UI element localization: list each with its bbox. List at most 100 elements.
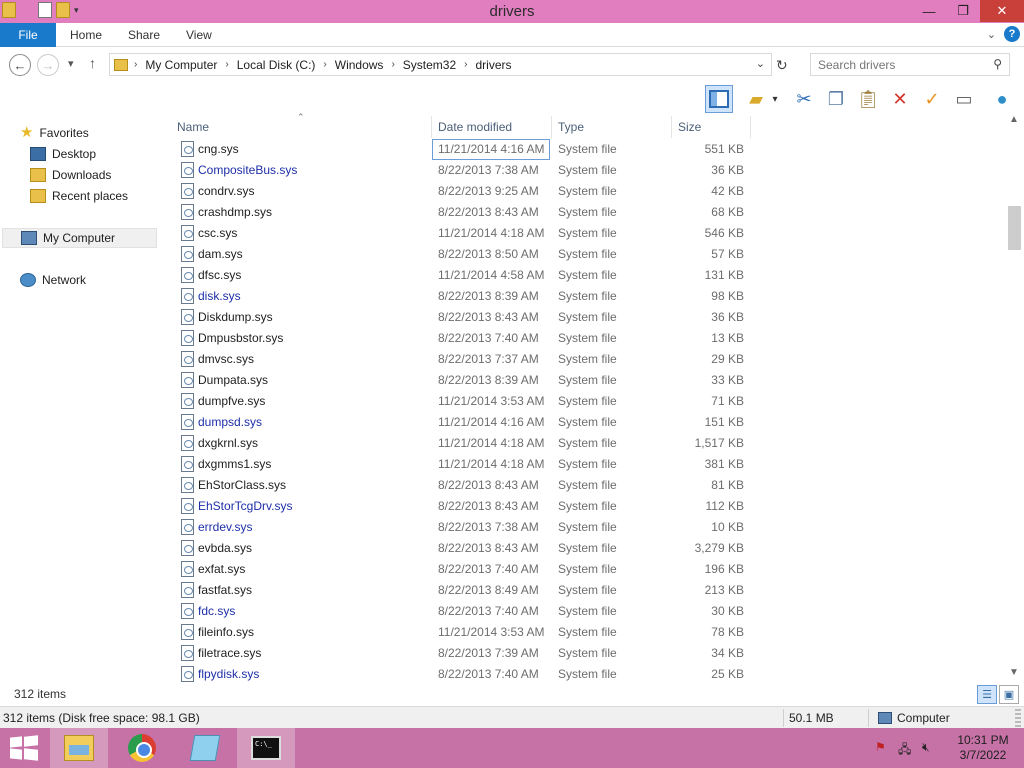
file-row[interactable]: EhStorTcgDrv.sys 8/22/2013 8:43 AM System …: [172, 496, 1005, 517]
nav-favorites[interactable]: ★ Favorites: [20, 123, 89, 143]
tab-home[interactable]: Home: [70, 28, 102, 42]
column-header-type[interactable]: Type: [558, 120, 584, 134]
file-row[interactable]: dxgkrnl.sys 11/21/2014 4:18 AM System file…: [172, 433, 1005, 454]
folder-options-dropdown-icon[interactable]: ▾: [768, 85, 782, 113]
column-header-name[interactable]: Name: [177, 120, 209, 134]
expand-ribbon-icon[interactable]: ⌄: [987, 28, 996, 41]
breadcrumb-my-computer[interactable]: My Computer: [145, 58, 217, 72]
breadcrumb-separator-icon[interactable]: ›: [134, 59, 137, 70]
file-type: System file: [558, 247, 617, 261]
up-arrow-icon[interactable]: ↑: [89, 55, 96, 71]
address-dropdown-icon[interactable]: ⌄: [756, 57, 765, 70]
tab-share[interactable]: Share: [128, 28, 160, 42]
nav-network[interactable]: Network: [20, 270, 86, 290]
file-row[interactable]: disk.sys 8/22/2013 8:39 AM System file 98 K…: [172, 286, 1005, 307]
column-divider[interactable]: [551, 116, 552, 138]
large-icons-view-button[interactable]: ▣: [999, 685, 1019, 704]
file-row[interactable]: errdev.sys 8/22/2013 7:38 AM System file 10…: [172, 517, 1005, 538]
column-divider[interactable]: [671, 116, 672, 138]
file-row[interactable]: exfat.sys 8/22/2013 7:40 AM System file 196…: [172, 559, 1005, 580]
file-row[interactable]: EhStorClass.sys 8/22/2013 8:43 AM System f…: [172, 475, 1005, 496]
file-row[interactable]: csc.sys 11/21/2014 4:18 AM System file 546 …: [172, 223, 1005, 244]
file-row[interactable]: Diskdump.sys 8/22/2013 8:43 AM System file…: [172, 307, 1005, 328]
breadcrumb-separator-icon[interactable]: ›: [464, 59, 467, 70]
taskbar-command-prompt[interactable]: C:\_: [237, 728, 295, 768]
properties-button[interactable]: ▭: [950, 85, 978, 113]
file-row[interactable]: flpydisk.sys 8/22/2013 7:40 AM System file…: [172, 664, 1005, 685]
file-row[interactable]: dumpfve.sys 11/21/2014 3:53 AM System file…: [172, 391, 1005, 412]
nav-desktop[interactable]: Desktop: [30, 144, 96, 164]
file-row[interactable]: CompositeBus.sys 8/22/2013 7:38 AM System …: [172, 160, 1005, 181]
customize-quick-access-icon[interactable]: ▾: [74, 5, 79, 16]
vertical-scrollbar[interactable]: ▲ ▼: [1005, 114, 1024, 684]
new-folder-button[interactable]: ▰: [742, 85, 770, 113]
taskbar-notepad[interactable]: [176, 728, 234, 768]
breadcrumb-separator-icon[interactable]: ›: [225, 59, 228, 70]
taskbar-chrome[interactable]: [113, 728, 171, 768]
nav-recent-places[interactable]: Recent places: [30, 186, 128, 206]
back-button[interactable]: ←: [9, 54, 31, 76]
close-button[interactable]: ✕: [980, 0, 1024, 22]
scroll-up-icon[interactable]: ▲: [1009, 114, 1019, 125]
file-row[interactable]: cng.sys 11/21/2014 4:16 AM System file 551 …: [172, 139, 1005, 160]
tab-file[interactable]: File: [0, 23, 56, 47]
maximize-button[interactable]: ❐: [946, 0, 980, 22]
file-row[interactable]: Dmpusbstor.sys 8/22/2013 7:40 AM System fi…: [172, 328, 1005, 349]
column-header-size[interactable]: Size: [678, 120, 701, 134]
network-tray-icon[interactable]: 🖧︎: [898, 740, 911, 761]
breadcrumb-windows[interactable]: Windows: [335, 58, 384, 72]
search-icon[interactable]: ⚲: [993, 57, 1002, 71]
rename-button[interactable]: ✓: [918, 85, 946, 113]
breadcrumb-system32[interactable]: System32: [403, 58, 456, 72]
file-row[interactable]: dxgmms1.sys 11/21/2014 4:18 AM System file…: [172, 454, 1005, 475]
minimize-button[interactable]: —: [912, 0, 946, 22]
file-row[interactable]: fastfat.sys 8/22/2013 8:49 AM System file 2…: [172, 580, 1005, 601]
resize-grip-icon[interactable]: [1015, 709, 1021, 727]
cut-button[interactable]: ✂: [790, 85, 818, 113]
file-row[interactable]: fdc.sys 8/22/2013 7:40 AM System file 30 KB: [172, 601, 1005, 622]
file-row[interactable]: dmvsc.sys 8/22/2013 7:37 AM System file 29 …: [172, 349, 1005, 370]
speaker-muted-icon[interactable]: 🔇︎: [922, 740, 930, 755]
column-divider[interactable]: [431, 116, 432, 138]
properties-icon[interactable]: [38, 2, 52, 18]
new-folder-icon[interactable]: [56, 2, 70, 18]
preview-pane-button[interactable]: [705, 85, 733, 113]
folder-icon[interactable]: [2, 2, 16, 18]
breadcrumb-drivers[interactable]: drivers: [475, 58, 511, 72]
column-divider[interactable]: [750, 116, 751, 138]
paste-button[interactable]: 📋︎: [854, 85, 882, 113]
breadcrumb-local-disk[interactable]: Local Disk (C:): [237, 58, 316, 72]
nav-my-computer[interactable]: My Computer: [2, 228, 157, 248]
nav-downloads[interactable]: Downloads: [30, 165, 111, 185]
help-icon[interactable]: ?: [1004, 26, 1020, 42]
start-button[interactable]: [10, 735, 38, 761]
file-row[interactable]: fileinfo.sys 11/21/2014 3:53 AM System fil…: [172, 622, 1005, 643]
forward-button[interactable]: →: [37, 54, 59, 76]
file-row[interactable]: dumpsd.sys 11/21/2014 4:16 AM System file 1…: [172, 412, 1005, 433]
refresh-icon[interactable]: ↻: [776, 57, 788, 74]
column-header-date-modified[interactable]: Date modified: [438, 120, 512, 134]
file-row[interactable]: condrv.sys 8/22/2013 9:25 AM System file 42…: [172, 181, 1005, 202]
search-box[interactable]: ⚲: [810, 53, 1010, 76]
system-clock[interactable]: 10:31 PM 3/7/2022: [948, 733, 1018, 763]
action-center-flag-icon[interactable]: ⚑: [875, 740, 886, 754]
copy-button[interactable]: ❐: [822, 85, 850, 113]
file-row[interactable]: dam.sys 8/22/2013 8:50 AM System file 57 KB: [172, 244, 1005, 265]
scroll-thumb[interactable]: [1008, 206, 1021, 250]
breadcrumb-separator-icon[interactable]: ›: [323, 59, 326, 70]
delete-button[interactable]: ✕: [886, 85, 914, 113]
address-bar[interactable]: › My Computer › Local Disk (C:) › Window…: [109, 53, 772, 76]
file-row[interactable]: filetrace.sys 8/22/2013 7:39 AM System fil…: [172, 643, 1005, 664]
scroll-down-icon[interactable]: ▼: [1009, 667, 1019, 678]
file-row[interactable]: crashdmp.sys 8/22/2013 8:43 AM System file…: [172, 202, 1005, 223]
tab-view[interactable]: View: [186, 28, 212, 42]
recent-locations-icon[interactable]: ▾: [68, 57, 74, 70]
file-row[interactable]: dfsc.sys 11/21/2014 4:58 AM System file 131…: [172, 265, 1005, 286]
file-row[interactable]: evbda.sys 8/22/2013 8:43 AM System file 3,2…: [172, 538, 1005, 559]
breadcrumb-separator-icon[interactable]: ›: [391, 59, 394, 70]
search-input[interactable]: [818, 57, 993, 72]
file-row[interactable]: Dumpata.sys 8/22/2013 8:39 AM System file 3…: [172, 370, 1005, 391]
taskbar-file-explorer[interactable]: [50, 728, 108, 768]
details-view-button[interactable]: ☰: [977, 685, 997, 704]
network-button[interactable]: ●: [988, 85, 1016, 113]
